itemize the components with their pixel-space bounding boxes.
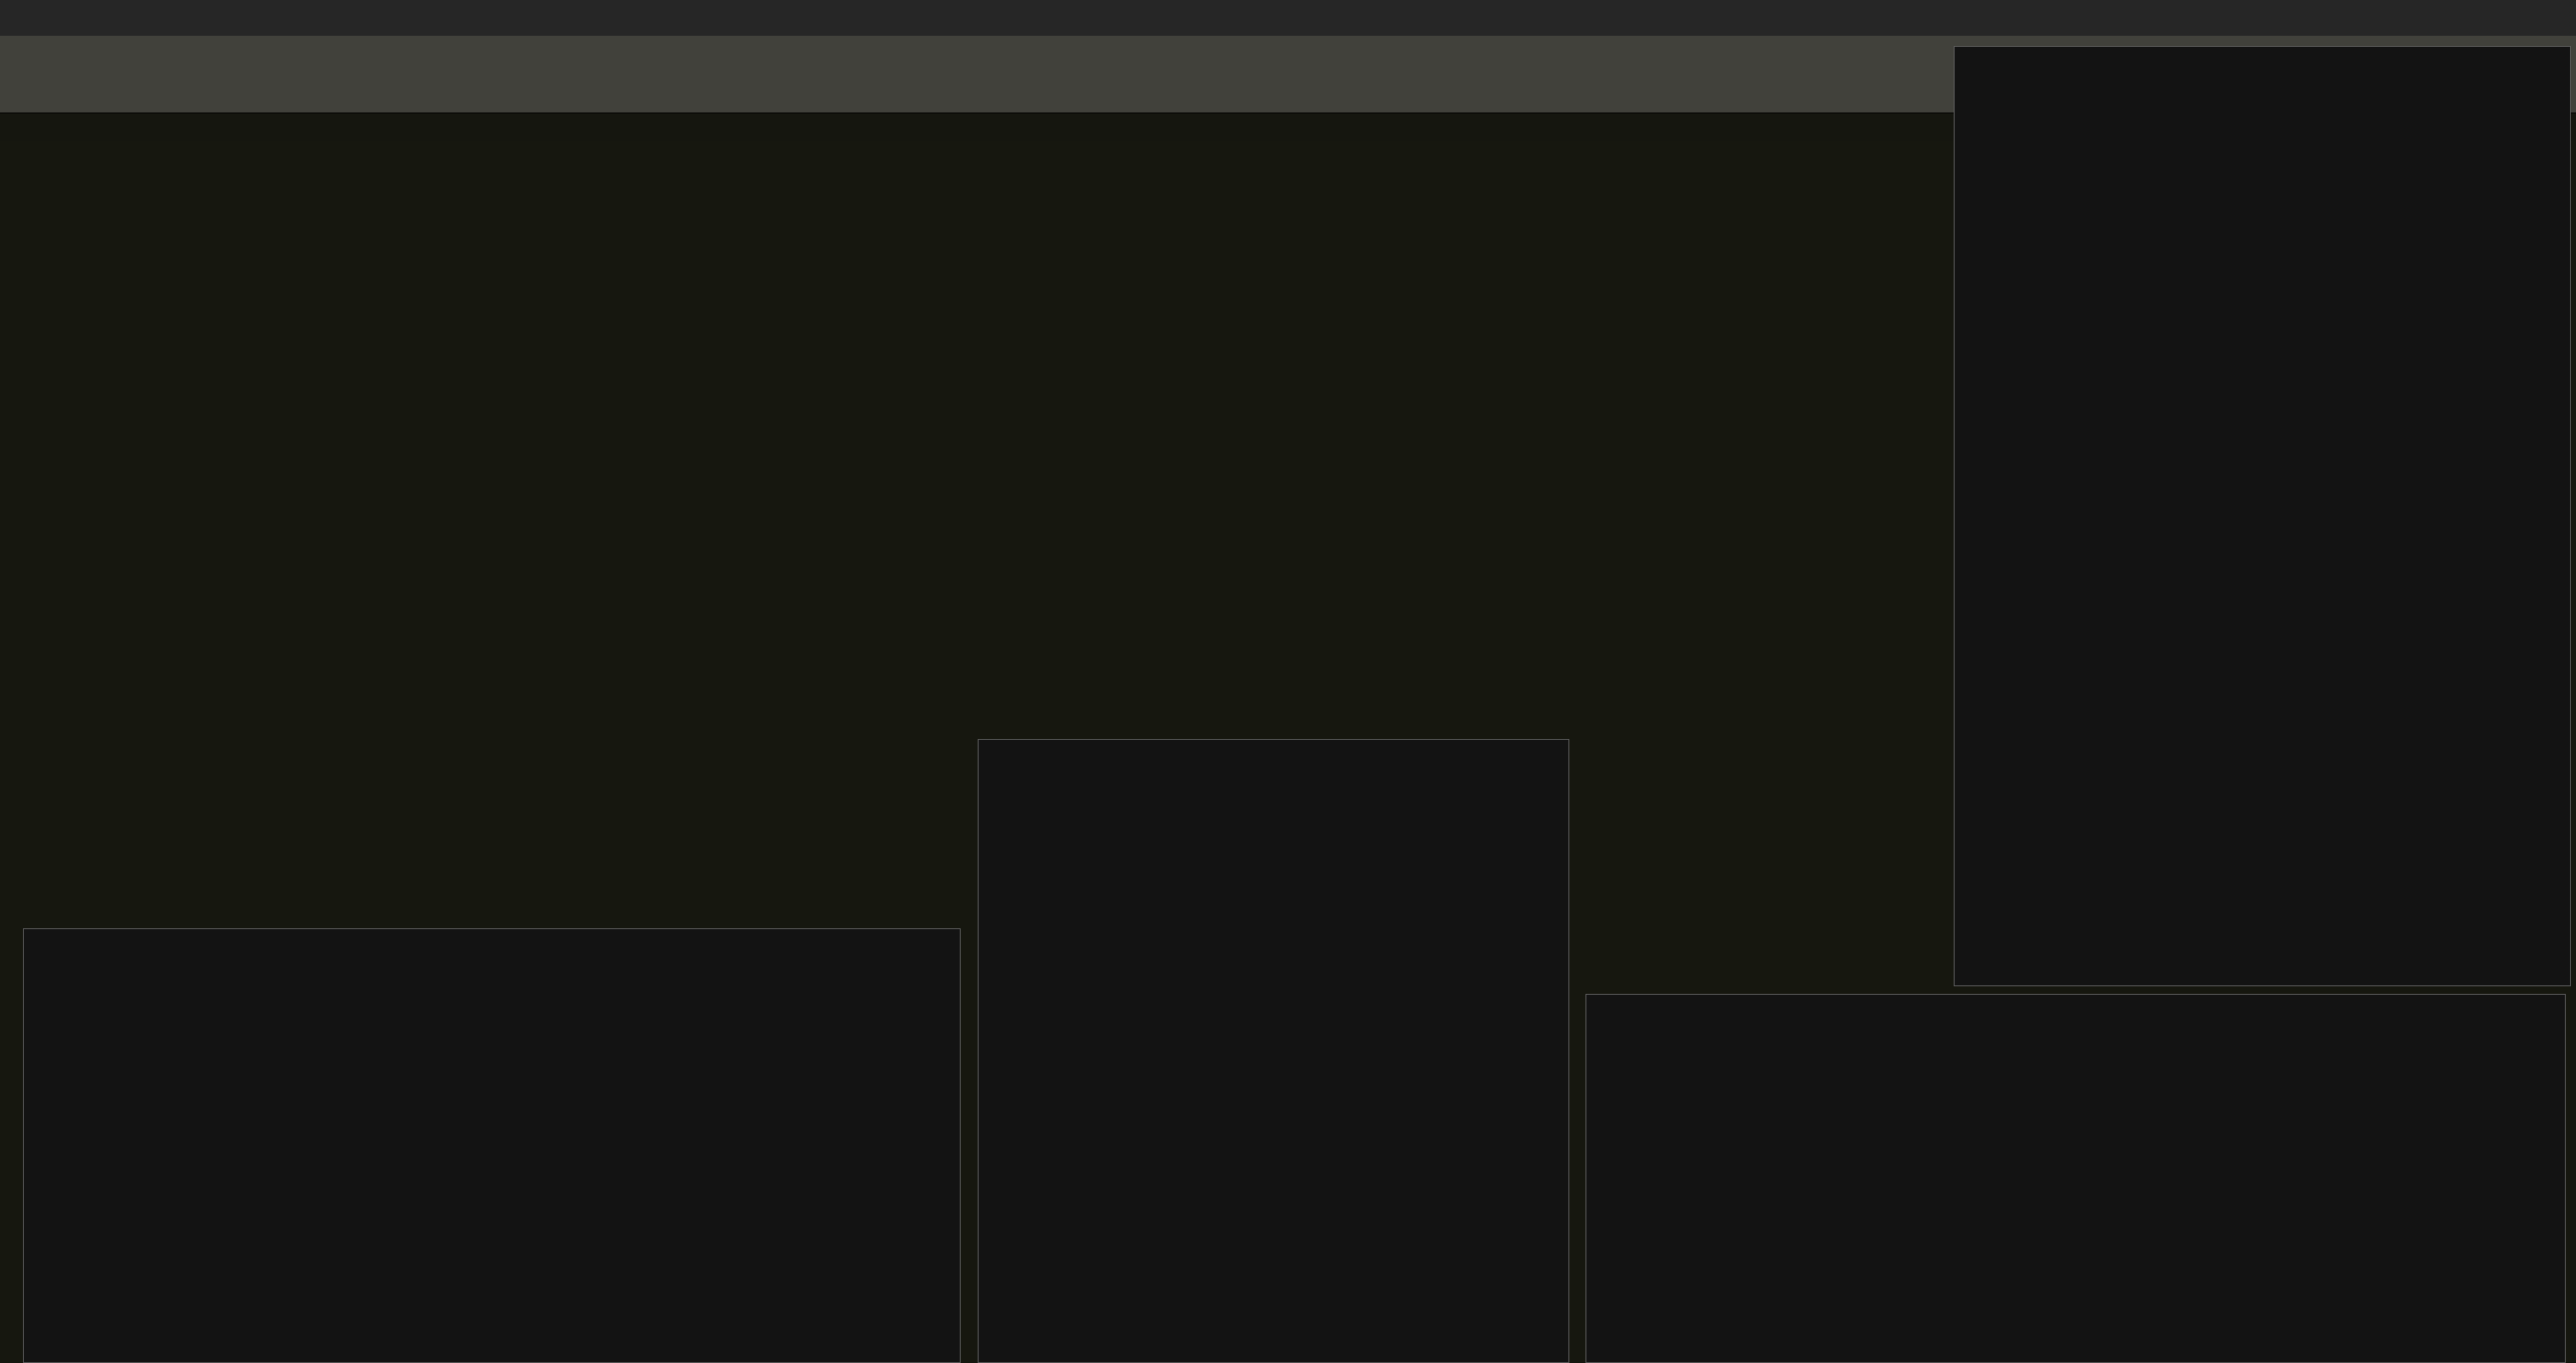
zone-info-panel (978, 739, 1569, 1363)
main-toolbar (0, 0, 2576, 36)
statistics-panel (23, 928, 961, 1363)
tracy-profiler-app (0, 0, 2576, 1363)
memory-panel (1585, 994, 2566, 1363)
find-zone-panel (1954, 46, 2571, 986)
